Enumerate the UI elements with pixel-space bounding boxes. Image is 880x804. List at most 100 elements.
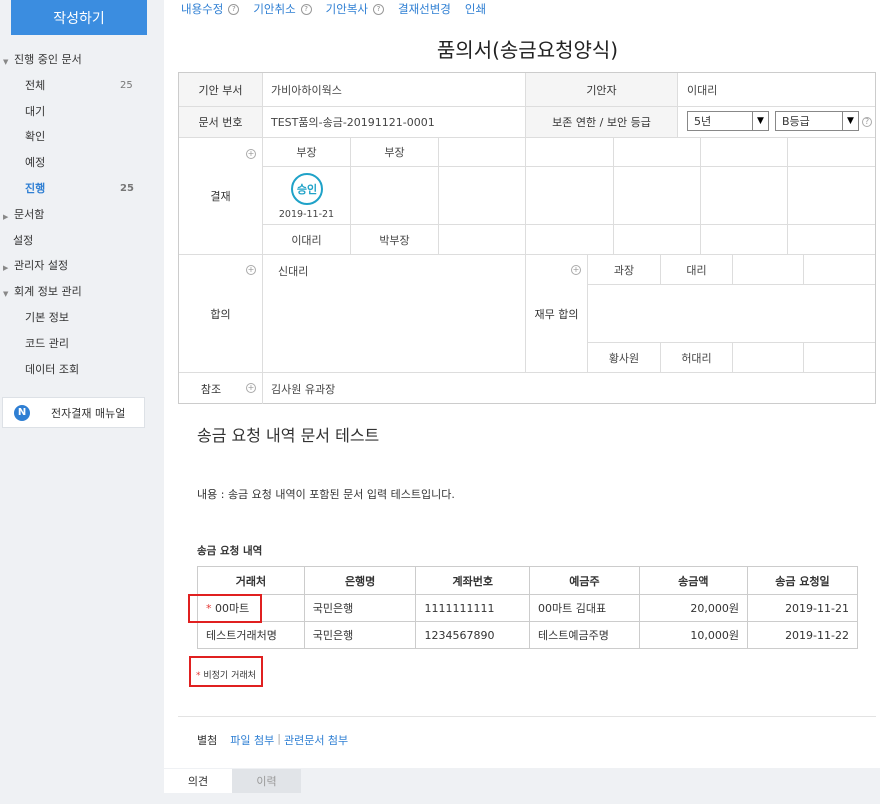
attachment-label: 별첨 <box>197 734 218 747</box>
document-title: 품의서(송금요청양식) <box>436 38 619 62</box>
add-agreement-icon[interactable]: + <box>246 265 256 275</box>
chevron-down-icon: ▼ <box>752 112 768 130</box>
help-icon[interactable]: ? <box>228 3 240 15</box>
sidebar-item[interactable]: 기본 정보 <box>0 308 164 334</box>
sidebar-item[interactable]: 대기 <box>0 102 164 128</box>
approval-role-2: 부장 <box>384 146 405 159</box>
content-title: 송금 요청 내역 문서 테스트 <box>197 426 380 445</box>
change-approval-line-button[interactable]: 결재선변경 <box>398 1 451 17</box>
reference-value: 김사원 유과장 <box>271 382 336 396</box>
sidebar-item-label: 진행 중인 문서 <box>14 53 82 66</box>
retention-label: 보존 연한 / 보안 등급 <box>526 107 677 137</box>
account-cell: 1111111111 <box>415 594 531 622</box>
finance-role-1: 과장 <box>613 263 635 277</box>
table-row: 테스트거래처명 국민은행 1234567890 테스트예금주명 10,000원 … <box>197 621 859 649</box>
sidebar-item[interactable]: ▶ 문서함 <box>0 205 164 231</box>
attachment-row: 별첨 파일 첨부 | 관련문서 첨부 <box>197 732 348 748</box>
drafter-value: 이대리 <box>687 83 718 97</box>
approval-stamp: 승인 <box>291 173 323 205</box>
write-button[interactable]: 작성하기 <box>11 0 147 35</box>
print-button[interactable]: 인쇄 <box>465 1 486 17</box>
sidebar-item-label: 확인 <box>25 130 46 144</box>
manual-icon: N <box>14 404 30 421</box>
sidebar-item[interactable]: 확인 <box>0 127 164 153</box>
file-attach-link[interactable]: 파일 첨부 <box>230 732 274 748</box>
related-doc-attach-link[interactable]: 관련문서 첨부 <box>284 732 348 748</box>
copy-draft-button[interactable]: 기안복사? <box>326 1 384 17</box>
sidebar-item[interactable]: 설정 <box>0 231 164 257</box>
tab-opinion[interactable]: 의견 <box>164 769 232 793</box>
help-icon[interactable]: ? <box>372 3 384 15</box>
cancel-draft-label: 기안취소 <box>253 2 296 16</box>
docno-value: TEST품의-송금-20191121-0001 <box>271 116 435 129</box>
finance-name-1: 황사원 <box>608 351 640 365</box>
finance-role-2: 대리 <box>686 263 707 277</box>
col-account: 계좌번호 <box>415 566 531 595</box>
add-approver-icon[interactable]: + <box>246 149 256 159</box>
sidebar-item-count: 25 <box>120 182 134 194</box>
manual-button[interactable]: N 전자결재 매뉴얼 <box>2 397 145 428</box>
sidebar-item[interactable]: 전체 25 <box>0 76 164 102</box>
doc-toolbar: 내용수정? 기안취소? 기안복사? 결재선변경 인쇄 <box>181 1 500 17</box>
sidebar-item[interactable]: ▼ 회계 정보 관리 <box>0 282 164 308</box>
sidebar-item-label: 문서함 <box>14 207 45 221</box>
sidebar-item-label: 전체 <box>25 78 46 92</box>
reference-label: 참조 <box>200 382 222 396</box>
col-request-date: 송금 요청일 <box>746 566 859 595</box>
security-value: B등급 <box>782 115 810 128</box>
attachment-divider <box>178 716 876 717</box>
holder-cell: 00마트 김대표 <box>529 594 640 622</box>
col-vendor: 거래처 <box>197 566 305 595</box>
remittance-section-title: 송금 요청 내역 <box>197 545 263 557</box>
amount-cell: 10,000원 <box>638 621 748 649</box>
sidebar-item-label: 예정 <box>25 156 46 170</box>
holder-cell: 테스트예금주명 <box>529 621 640 649</box>
sidebar-item[interactable]: 예정 <box>0 153 164 179</box>
edit-content-button[interactable]: 내용수정? <box>181 1 240 17</box>
copy-draft-label: 기안복사 <box>325 2 368 16</box>
col-bank: 은행명 <box>303 566 417 595</box>
remittance-table: 거래처 은행명 계좌번호 예금주 송금액 송금 요청일 * 00마트 국민은행 … <box>197 566 859 649</box>
chevron-down-icon: ▼ <box>842 112 858 130</box>
sidebar: 작성하기 ▼ 진행 중인 문서전체 25 대기확인예정진행 25 ▶ 문서함설정 ▶ 관리자 설… <box>0 0 164 804</box>
sidebar-item[interactable]: ▼ 진행 중인 문서 <box>0 50 164 76</box>
caret-down-icon: ▼ <box>3 58 9 66</box>
approval-app: 작성하기 ▼ 진행 중인 문서전체 25 대기확인예정진행 25 ▶ 문서함설정 ▶ 관리자 설… <box>0 0 880 804</box>
attachment-separator: | <box>277 732 281 745</box>
sidebar-item-label: 데이터 조회 <box>25 362 80 376</box>
approval-form: 기안 부서 가비아하이웍스 기안자 이대리 문서 번호 TEST품의-송금-20… <box>178 72 876 404</box>
table-row: * 00마트 국민은행 1111111111 00마트 김대표 20,000원 … <box>197 594 859 622</box>
highlight-box-note <box>189 656 263 687</box>
help-icon[interactable]: ? <box>300 3 312 15</box>
sidebar-item-count: 25 <box>120 79 133 91</box>
approval-role-1: 부장 <box>296 146 317 159</box>
bank-cell: 국민은행 <box>303 594 417 622</box>
retention-select[interactable]: 5년 ▼ <box>687 111 769 131</box>
account-cell: 1234567890 <box>415 621 531 649</box>
approval-name-2: 박부장 <box>379 233 410 247</box>
approval-name-1: 이대리 <box>291 233 322 247</box>
sidebar-item[interactable]: ▶ 관리자 설정 <box>0 256 164 282</box>
dept-label: 기안 부서 <box>179 73 262 106</box>
add-finance-agreement-icon[interactable]: + <box>571 265 581 275</box>
sidebar-item[interactable]: 진행 25 <box>0 179 164 205</box>
sidebar-item-label: 설정 <box>13 233 34 247</box>
add-reference-icon[interactable]: + <box>246 383 256 393</box>
amount-cell: 20,000원 <box>638 594 748 622</box>
sidebar-item-label: 회계 정보 관리 <box>14 285 82 299</box>
help-icon[interactable]: ? <box>862 117 872 127</box>
dept-value: 가비아하이웍스 <box>271 83 342 97</box>
finance-name-2: 허대리 <box>681 351 712 365</box>
highlight-box-vendor <box>188 594 262 623</box>
drafter-label: 기안자 <box>526 73 677 106</box>
sidebar-item[interactable]: 코드 관리 <box>0 334 164 360</box>
cancel-draft-button[interactable]: 기안취소? <box>253 1 312 17</box>
bank-cell: 국민은행 <box>303 621 417 649</box>
approval-date: 2019-11-21 <box>278 208 335 220</box>
manual-label: 전자결재 매뉴얼 <box>51 406 126 420</box>
caret-down-icon: ▼ <box>3 290 9 299</box>
content-text: 내용 : 송금 요청 내역이 포함된 문서 입력 테스트입니다. <box>197 488 455 501</box>
sidebar-item[interactable]: 데이터 조회 <box>0 360 164 386</box>
security-select[interactable]: B등급 ▼ <box>775 111 859 131</box>
tab-history[interactable]: 이력 <box>232 769 301 793</box>
